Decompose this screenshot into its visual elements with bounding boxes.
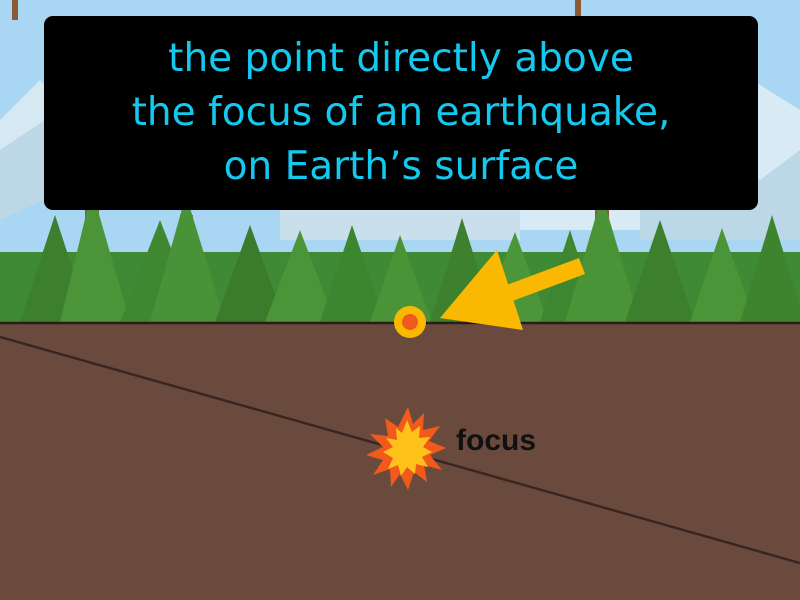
focus-label: focus <box>456 424 537 457</box>
definition-line-3: on Earth’s surface <box>223 144 579 189</box>
epicenter-dot-icon <box>394 306 426 338</box>
definition-box: the point directly above the focus of an… <box>44 16 758 210</box>
definition-line-2: the focus of an earthquake, <box>131 90 671 135</box>
definition-line-1: the point directly above <box>168 36 634 81</box>
